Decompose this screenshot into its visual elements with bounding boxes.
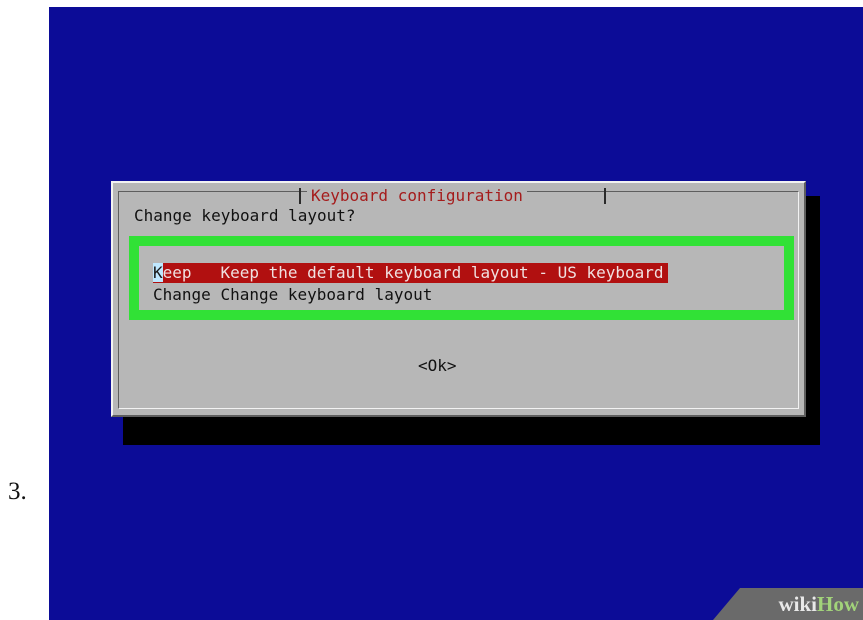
title-bracket-left <box>299 188 301 204</box>
watermark-wiki: wiki <box>778 592 817 616</box>
step-number: 3. <box>8 478 27 505</box>
wikihow-watermark: wikiHow <box>778 590 859 618</box>
watermark-how: How <box>817 592 859 616</box>
terminal-screen: Keyboard configuration Change keyboard l… <box>49 7 863 620</box>
menu-item-change[interactable]: Change Change keyboard layout <box>153 285 432 305</box>
menu-item-change-key: Change <box>153 285 211 304</box>
menu-list: Keep Keep the default keyboard layout - … <box>139 246 784 310</box>
cursor: K <box>153 263 163 282</box>
keyboard-configuration-dialog: Keyboard configuration Change keyboard l… <box>111 181 806 417</box>
dialog-prompt: Change keyboard layout? <box>134 206 356 225</box>
menu-item-keep-key: eep <box>162 263 221 282</box>
title-bracket-right <box>604 188 606 204</box>
ok-button[interactable]: <Ok> <box>418 356 457 376</box>
menu-item-keep-description: Keep the default keyboard layout - US ke… <box>220 263 664 282</box>
menu-item-keep[interactable]: Keep Keep the default keyboard layout - … <box>153 263 668 283</box>
green-highlight-frame: Keep Keep the default keyboard layout - … <box>129 236 794 320</box>
menu-item-change-description: Change keyboard layout <box>220 285 433 304</box>
dialog-title: Keyboard configuration <box>307 186 527 206</box>
